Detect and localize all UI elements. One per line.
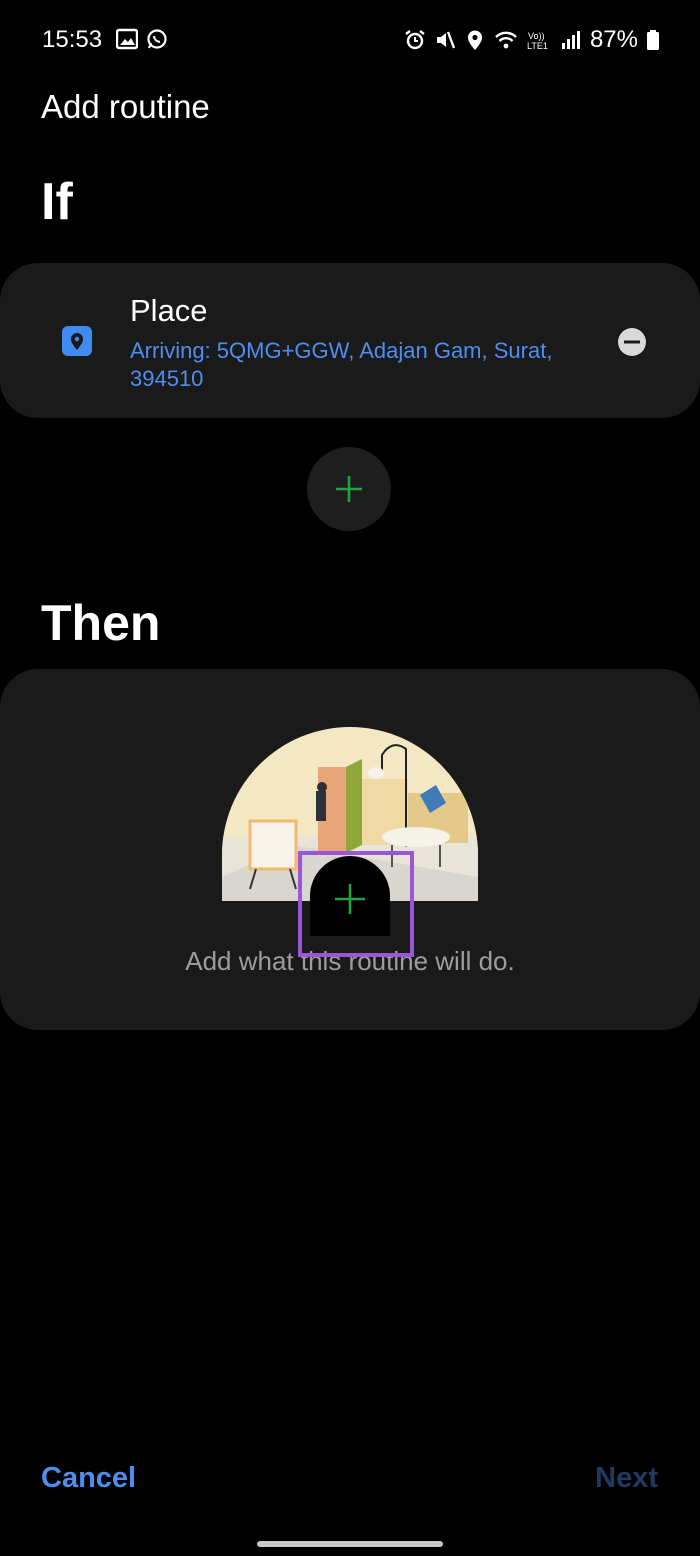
location-icon xyxy=(467,30,482,50)
action-card-empty: Add what this routine will do. xyxy=(0,669,700,1030)
remove-condition-button[interactable] xyxy=(617,327,647,357)
home-indicator[interactable] xyxy=(257,1541,443,1547)
location-pin-icon xyxy=(62,326,92,356)
status-time: 15:53 xyxy=(42,26,103,53)
mute-icon xyxy=(436,31,456,49)
cancel-button[interactable]: Cancel xyxy=(41,1462,136,1495)
status-left-icons xyxy=(116,28,168,50)
if-heading: If xyxy=(41,173,73,231)
signal-icon xyxy=(561,31,580,49)
condition-detail: Arriving: 5QMG+GGW, Adajan Gam, Surat, 3… xyxy=(130,338,553,391)
whatsapp-icon xyxy=(147,29,167,49)
svg-text:LTE1: LTE1 xyxy=(527,41,548,51)
battery-icon xyxy=(647,30,659,50)
gallery-icon xyxy=(116,28,138,50)
svg-text:Vo)): Vo)) xyxy=(528,31,545,41)
wifi-icon xyxy=(495,31,517,49)
add-condition-button[interactable] xyxy=(307,447,391,531)
plus-icon xyxy=(336,476,362,502)
then-heading: Then xyxy=(41,595,161,651)
battery-percent: 87% xyxy=(589,26,638,53)
status-bar: 15:53 Vo)) LTE1 87% xyxy=(0,0,700,80)
volte-icon: Vo)) LTE1 xyxy=(527,31,548,51)
highlight-box xyxy=(298,851,414,957)
condition-card-place[interactable]: Place Arriving: 5QMG+GGW, Adajan Gam, Su… xyxy=(0,263,700,418)
next-button[interactable]: Next xyxy=(595,1462,658,1495)
bottom-bar: Cancel Next xyxy=(0,1450,700,1510)
page-title: Add routine xyxy=(41,88,210,125)
status-right: Vo)) LTE1 87% xyxy=(404,26,660,54)
condition-title: Place xyxy=(130,293,208,328)
alarm-icon xyxy=(405,30,425,50)
